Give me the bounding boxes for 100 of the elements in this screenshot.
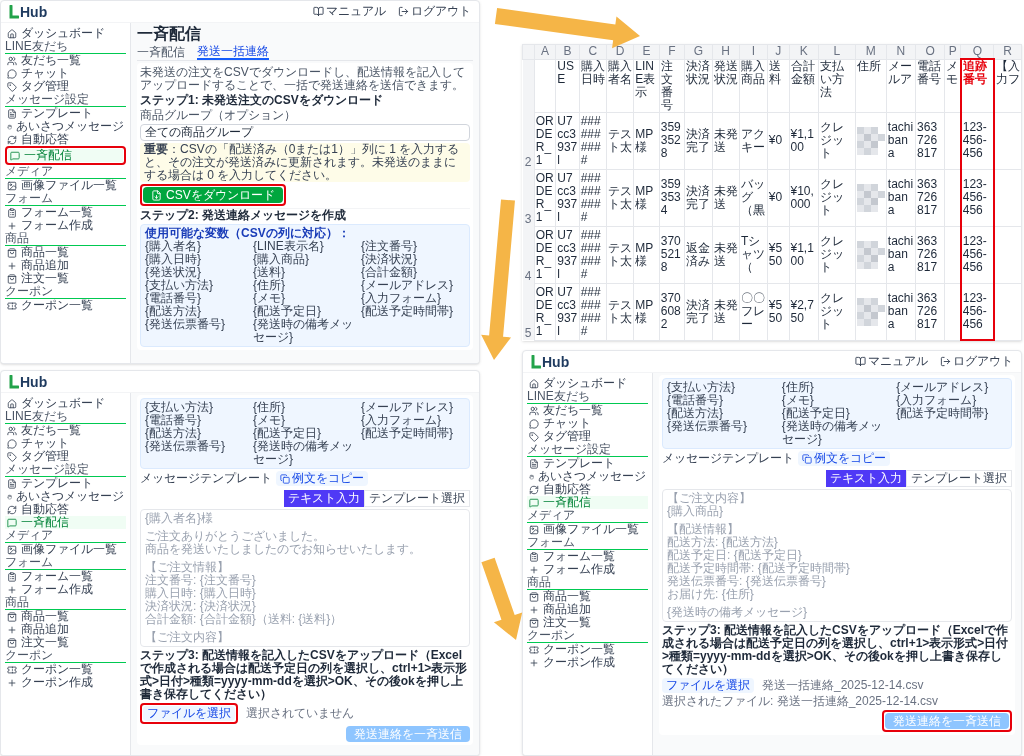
sidebar-item[interactable]: タグ管理 (527, 430, 648, 443)
column-letter[interactable]: M (855, 44, 887, 59)
column-letter[interactable]: O (915, 44, 945, 59)
column-letter[interactable]: I (739, 44, 768, 59)
sidebar-item[interactable]: ダッシュボード (5, 397, 126, 410)
sidebar-item[interactable]: 一斉配信 (527, 496, 648, 509)
sidebar-item[interactable]: チャット (5, 437, 126, 450)
column-letter[interactable]: B (555, 44, 580, 59)
column-letter[interactable]: Q (960, 44, 994, 59)
placeholder-line: 購入日時: {購入日時} (145, 587, 257, 600)
bag-icon (7, 273, 17, 284)
mode-tab[interactable]: テキスト入力 (826, 470, 906, 487)
sidebar-item[interactable]: 商品追加 (527, 603, 648, 616)
field-label: メッセージテンプレート (662, 452, 794, 465)
column-letter[interactable]: A (534, 44, 556, 59)
header-link[interactable]: マニュアル (313, 5, 386, 18)
sidebar-item[interactable]: チャット (527, 417, 648, 430)
sidebar-item[interactable]: 自動応答 (5, 503, 126, 516)
column-letter[interactable]: G (684, 44, 713, 59)
sidebar-item[interactable]: タグ管理 (5, 450, 126, 463)
column-letter[interactable]: R (993, 44, 1022, 59)
sidebar-item[interactable]: 注文一覧 (5, 272, 126, 285)
sidebar-item[interactable]: 自動応答 (5, 133, 126, 146)
placeholder-line: 決済状況: {決済状況} (145, 600, 257, 613)
sidebar-item[interactable]: 一斉配信 (8, 149, 123, 162)
logout-icon (940, 356, 951, 367)
column-letter[interactable]: N (886, 44, 916, 59)
column-letter[interactable]: P (944, 44, 961, 59)
mode-tab[interactable]: テキスト入力 (284, 490, 364, 507)
header-link[interactable]: マニュアル (855, 355, 928, 368)
sidebar-item[interactable]: クーポン一覧 (527, 643, 648, 656)
column-letter[interactable]: H (712, 44, 740, 59)
sidebar-item[interactable]: 注文一覧 (527, 616, 648, 629)
sidebar-item[interactable]: 商品追加 (5, 259, 126, 272)
sidebar-item[interactable]: 友だち一覧 (5, 54, 126, 67)
sidebar-item[interactable]: ダッシュボード (527, 377, 648, 390)
column-letter[interactable]: C (579, 44, 607, 59)
column-header: 電話番号 (915, 59, 945, 112)
sidebar-item[interactable]: 画像ファイル一覧 (5, 179, 126, 192)
sidebar-item[interactable]: フォーム作成 (5, 583, 126, 596)
sidebar-heading: メッセージ設定 (5, 463, 126, 477)
sidebar-item[interactable]: フォーム一覧 (5, 206, 126, 219)
variable-name: {メモ} (253, 414, 286, 427)
mode-tab[interactable]: テンプレート選択 (906, 470, 1012, 487)
sidebar-item[interactable]: テンプレート (5, 107, 126, 120)
table-cell: ¥0 (767, 112, 789, 169)
sidebar-item[interactable]: あいさつメッセージ (527, 470, 648, 483)
sidebar-item[interactable]: 商品一覧 (527, 590, 648, 603)
table-cell: 未発送 (712, 283, 740, 340)
copy-button[interactable]: 例文をコピー (798, 451, 890, 466)
table-cell: 3593528 (659, 112, 685, 169)
sidebar-item[interactable]: 一斉配信 (5, 516, 126, 529)
sidebar-item[interactable]: テンプレート (527, 457, 648, 470)
column-letter[interactable]: E (633, 44, 660, 59)
sidebar-item[interactable]: クーポン一覧 (5, 663, 126, 676)
group-select[interactable]: 全ての商品グループ (140, 124, 470, 141)
sidebar-item[interactable]: 画像ファイル一覧 (527, 523, 648, 536)
table-cell: 3593534 (659, 169, 685, 226)
sidebar-item[interactable]: 友だち一覧 (5, 424, 126, 437)
row-number: 4 (522, 226, 535, 283)
sidebar-item[interactable]: 注文一覧 (5, 636, 126, 649)
file-button[interactable]: ファイルを選択 (662, 678, 754, 693)
sidebar-item[interactable]: フォーム一覧 (5, 570, 126, 583)
column-letter[interactable]: J (767, 44, 789, 59)
bag-icon (529, 617, 539, 628)
file-button[interactable]: ファイルを選択 (143, 706, 235, 721)
sidebar-item[interactable]: クーポン作成 (527, 656, 648, 669)
sidebar-item[interactable]: 商品追加 (5, 623, 126, 636)
sidebar-item[interactable]: クーポン作成 (5, 676, 126, 689)
sidebar-item[interactable]: フォーム作成 (5, 219, 126, 232)
tab[interactable]: 発送一括連絡 (197, 45, 269, 60)
table-cell: テスト太 (606, 112, 634, 169)
sidebar-item[interactable]: テンプレート (5, 477, 126, 490)
sidebar-item[interactable]: 自動応答 (527, 483, 648, 496)
sidebar-item[interactable]: タグ管理 (5, 80, 126, 93)
sidebar-item[interactable]: あいさつメッセージ (5, 490, 126, 503)
table-cell: クレジット (818, 112, 856, 169)
sidebar-item[interactable]: フォーム作成 (527, 563, 648, 576)
column-header: メールア (886, 59, 916, 112)
tab[interactable]: 一斉配信 (137, 45, 185, 60)
mode-tab[interactable]: テンプレート選択 (364, 490, 470, 507)
sidebar-item[interactable]: ダッシュボード (5, 27, 126, 40)
variables-title: 使用可能な変数（CSVの列に対応）： (145, 227, 351, 240)
sidebar-item[interactable]: チャット (5, 67, 126, 80)
sidebar-item[interactable]: 画像ファイル一覧 (5, 543, 126, 556)
header-link[interactable]: ログアウト (940, 355, 1013, 368)
table-cell: 3705218 (659, 226, 685, 283)
column-letter[interactable]: F (659, 44, 685, 59)
column-letter[interactable]: K (789, 44, 819, 59)
sheet-corner[interactable] (522, 44, 535, 59)
sidebar-item[interactable]: 商品一覧 (5, 246, 126, 259)
copy-button[interactable]: 例文をコピー (276, 471, 368, 486)
sidebar-item[interactable]: 友だち一覧 (527, 404, 648, 417)
sidebar-item[interactable]: フォーム一覧 (527, 550, 648, 563)
selected-file-text: 選択されたファイル: 発送一括連絡_2025-12-14.csv (662, 695, 940, 708)
column-letter[interactable]: L (818, 44, 856, 59)
sidebar-item[interactable]: あいさつメッセージ (5, 120, 126, 133)
sidebar-item[interactable]: クーポン一覧 (5, 299, 126, 312)
sidebar-item[interactable]: 商品一覧 (5, 610, 126, 623)
header-link[interactable]: ログアウト (398, 5, 471, 18)
